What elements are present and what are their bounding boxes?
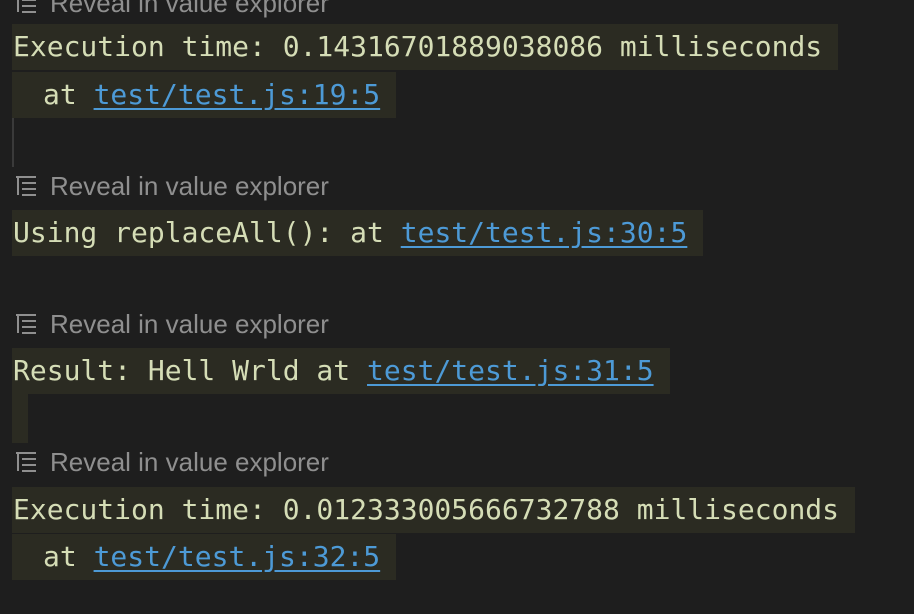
reveal-in-value-explorer-link-4[interactable]: Reveal in value explorer xyxy=(14,447,329,477)
at-label: at xyxy=(43,78,77,111)
log-text: Execution time: 0.14316701889038086 mill… xyxy=(13,30,823,63)
reveal-label: Reveal in value explorer xyxy=(50,446,329,477)
log-text: Execution time: 0.012333005666732788 mil… xyxy=(13,493,840,526)
source-location-link[interactable]: test/test.js:19:5 xyxy=(94,78,381,111)
reveal-in-value-explorer-link-3[interactable]: Reveal in value explorer xyxy=(14,309,329,339)
reveal-label: Reveal in value explorer xyxy=(50,308,329,339)
log-output-line: Result: Hell Wrld at test/test.js:31:5 xyxy=(12,348,670,394)
list-tree-icon xyxy=(16,452,36,472)
log-text: Using replaceAll(): at xyxy=(13,216,384,249)
log-text: Result: Hell Wrld at xyxy=(13,354,351,387)
reveal-label: Reveal in value explorer xyxy=(50,0,329,18)
list-tree-icon xyxy=(17,0,36,13)
log-location-line: at test/test.js:32:5 xyxy=(12,534,397,580)
log-location-line: at test/test.js:19:5 xyxy=(12,72,397,118)
reveal-label: Reveal in value explorer xyxy=(50,170,329,201)
at-label: at xyxy=(43,540,77,573)
reveal-in-value-explorer-link-1[interactable]: Reveal in value explorer xyxy=(14,0,329,18)
log-output-line: Using replaceAll(): at test/test.js:30:5 xyxy=(12,210,704,256)
source-location-link[interactable]: test/test.js:32:5 xyxy=(94,540,381,573)
list-tree-icon xyxy=(16,314,36,334)
source-location-link[interactable]: test/test.js:31:5 xyxy=(367,354,654,387)
reveal-in-value-explorer-link-2[interactable]: Reveal in value explorer xyxy=(14,171,329,201)
list-tree-icon xyxy=(16,176,36,196)
log-gutter xyxy=(12,394,28,443)
log-output-line: Execution time: 0.012333005666732788 mil… xyxy=(12,487,856,533)
log-gutter xyxy=(12,118,14,167)
source-location-link[interactable]: test/test.js:30:5 xyxy=(401,216,688,249)
log-output-line: Execution time: 0.14316701889038086 mill… xyxy=(12,24,839,70)
